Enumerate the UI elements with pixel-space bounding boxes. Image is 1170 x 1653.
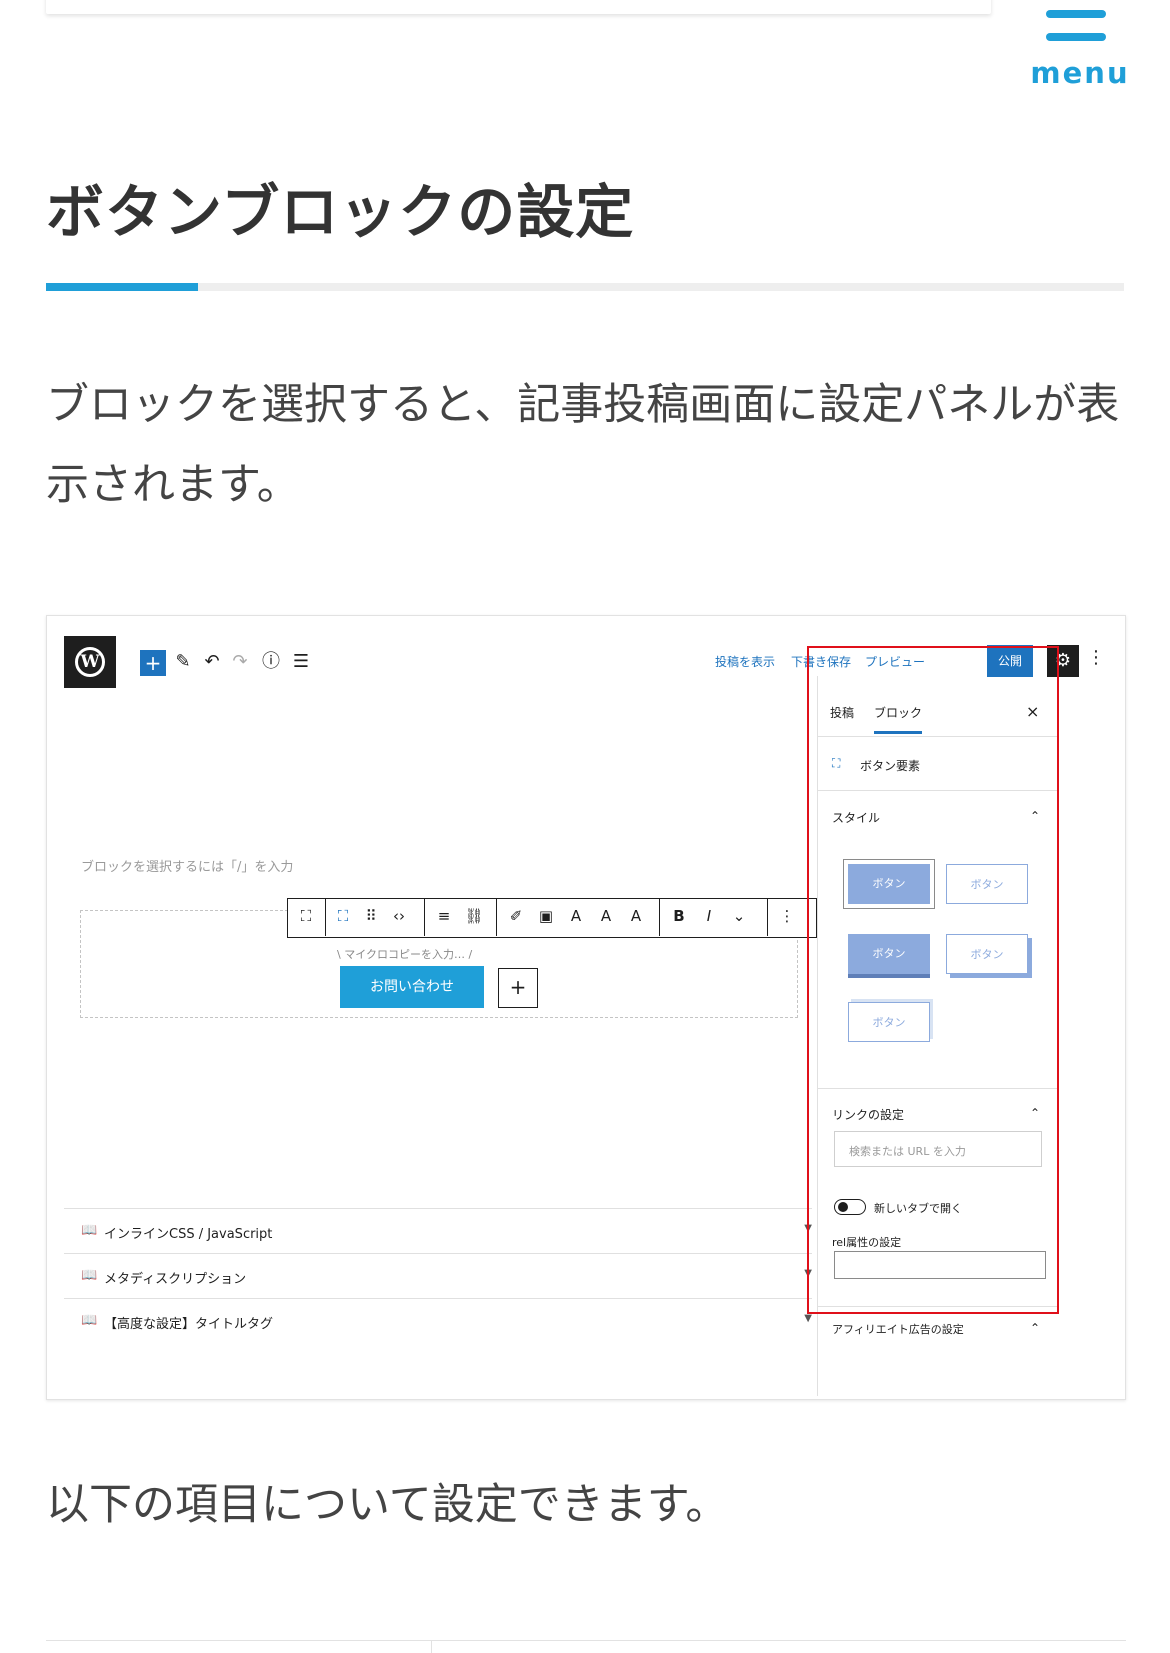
italic-icon: I xyxy=(706,907,712,925)
bold-italic-group: B I ⌄ xyxy=(660,899,768,936)
meta-box-label: 【高度な設定】タイトルタグ xyxy=(104,1317,274,1332)
toolbar-more-icon: ⋮ xyxy=(779,907,795,925)
font-size-icon: A xyxy=(570,907,582,925)
align-link-group: ≡ ⛓ xyxy=(425,899,497,936)
button-block-icon: ⛶ xyxy=(300,907,312,925)
block-toolbar: ⛶ ⛶ ⠿ ‹› ≡ ⛓ ✐ ▣ A A A B I ⌄ ⋮ xyxy=(287,898,817,938)
undo-icon: ↶ xyxy=(204,651,220,672)
block-type-group: ⛶ xyxy=(288,899,326,936)
hamburger-icon xyxy=(1046,10,1106,18)
view-post-link: 投稿を表示 xyxy=(715,655,776,669)
marker-icon: ✐ xyxy=(509,907,523,925)
intro-paragraph: ブロックを選択すると、記事投稿画面に設定パネルが表示されます。 xyxy=(46,380,1120,510)
meta-box-row: 📖 【高度な設定】タイトルタグ ▼ xyxy=(64,1298,812,1343)
block-move-group: ⛶ ⠿ ‹› xyxy=(326,899,425,936)
chevron-up-icon: ⌃ xyxy=(1030,1321,1041,1335)
book-icon: 📖 xyxy=(81,1223,98,1238)
add-inner-block-button: + xyxy=(498,968,538,1008)
redo-icon: ↷ xyxy=(232,651,248,672)
underline-a-icon: A xyxy=(630,907,642,925)
heading-underline-accent xyxy=(46,283,198,291)
hamburger-icon-bar xyxy=(1046,33,1106,41)
list-view-icon: ☰ xyxy=(292,651,310,672)
align-icon: ≡ xyxy=(437,907,451,925)
affiliate-heading: アフィリエイト広告の設定 xyxy=(832,1323,964,1336)
bold-icon: B xyxy=(673,907,685,925)
menu-button[interactable]: menu xyxy=(1030,6,1130,94)
menu-label: menu xyxy=(1030,56,1130,90)
outro-paragraph: 以下の項目について設定できます。 xyxy=(46,1480,729,1530)
editor-screenshot: W + ✎ ↶ ↷ ⓘ ☰ 投稿を表示 下書き保存 プレビュー 公開 ⚙ ⋮ ブ… xyxy=(46,615,1126,1400)
block-hint-text: ブロックを選択するには「/」を入力 xyxy=(81,860,294,875)
wordpress-logo: W xyxy=(64,636,116,688)
section-heading: ボタンブロックの設定 xyxy=(46,178,635,246)
info-icon: ⓘ xyxy=(262,651,280,672)
link-icon: ⛓ xyxy=(464,907,484,925)
format-group: ✐ ▣ A A A xyxy=(497,899,660,936)
previous-card-edge xyxy=(46,0,991,14)
chevron-down-icon: ⌄ xyxy=(732,907,746,925)
text-color-icon: A xyxy=(600,907,612,925)
more-options-icon: ⋮ xyxy=(1087,647,1105,668)
button-element-icon: ⛶ xyxy=(337,907,349,925)
meta-box-label: インラインCSS / JavaScript xyxy=(104,1227,273,1242)
edit-pencil-icon: ✎ xyxy=(175,651,191,672)
heading-underline xyxy=(46,283,1124,291)
next-table-edge xyxy=(46,1640,1126,1653)
drag-handle-icon: ⠿ xyxy=(365,907,377,925)
highlight-box xyxy=(807,646,1059,1314)
meta-box-label: メタディスクリプション xyxy=(104,1272,247,1287)
caret-down-icon: ▼ xyxy=(804,1313,812,1324)
add-block-button: + xyxy=(140,650,166,676)
badge-icon: ▣ xyxy=(538,907,554,925)
book-icon: 📖 xyxy=(81,1268,98,1283)
meta-box-row: 📖 メタディスクリプション ▼ xyxy=(64,1253,812,1298)
move-arrows-icon: ‹› xyxy=(393,907,405,925)
book-icon: 📖 xyxy=(81,1313,98,1328)
contact-cta-button: お問い合わせ xyxy=(340,966,484,1008)
meta-box-row: 📖 インラインCSS / JavaScript ▼ xyxy=(64,1208,812,1253)
microcopy-placeholder: \ マイクロコピーを入力… / xyxy=(337,948,473,961)
